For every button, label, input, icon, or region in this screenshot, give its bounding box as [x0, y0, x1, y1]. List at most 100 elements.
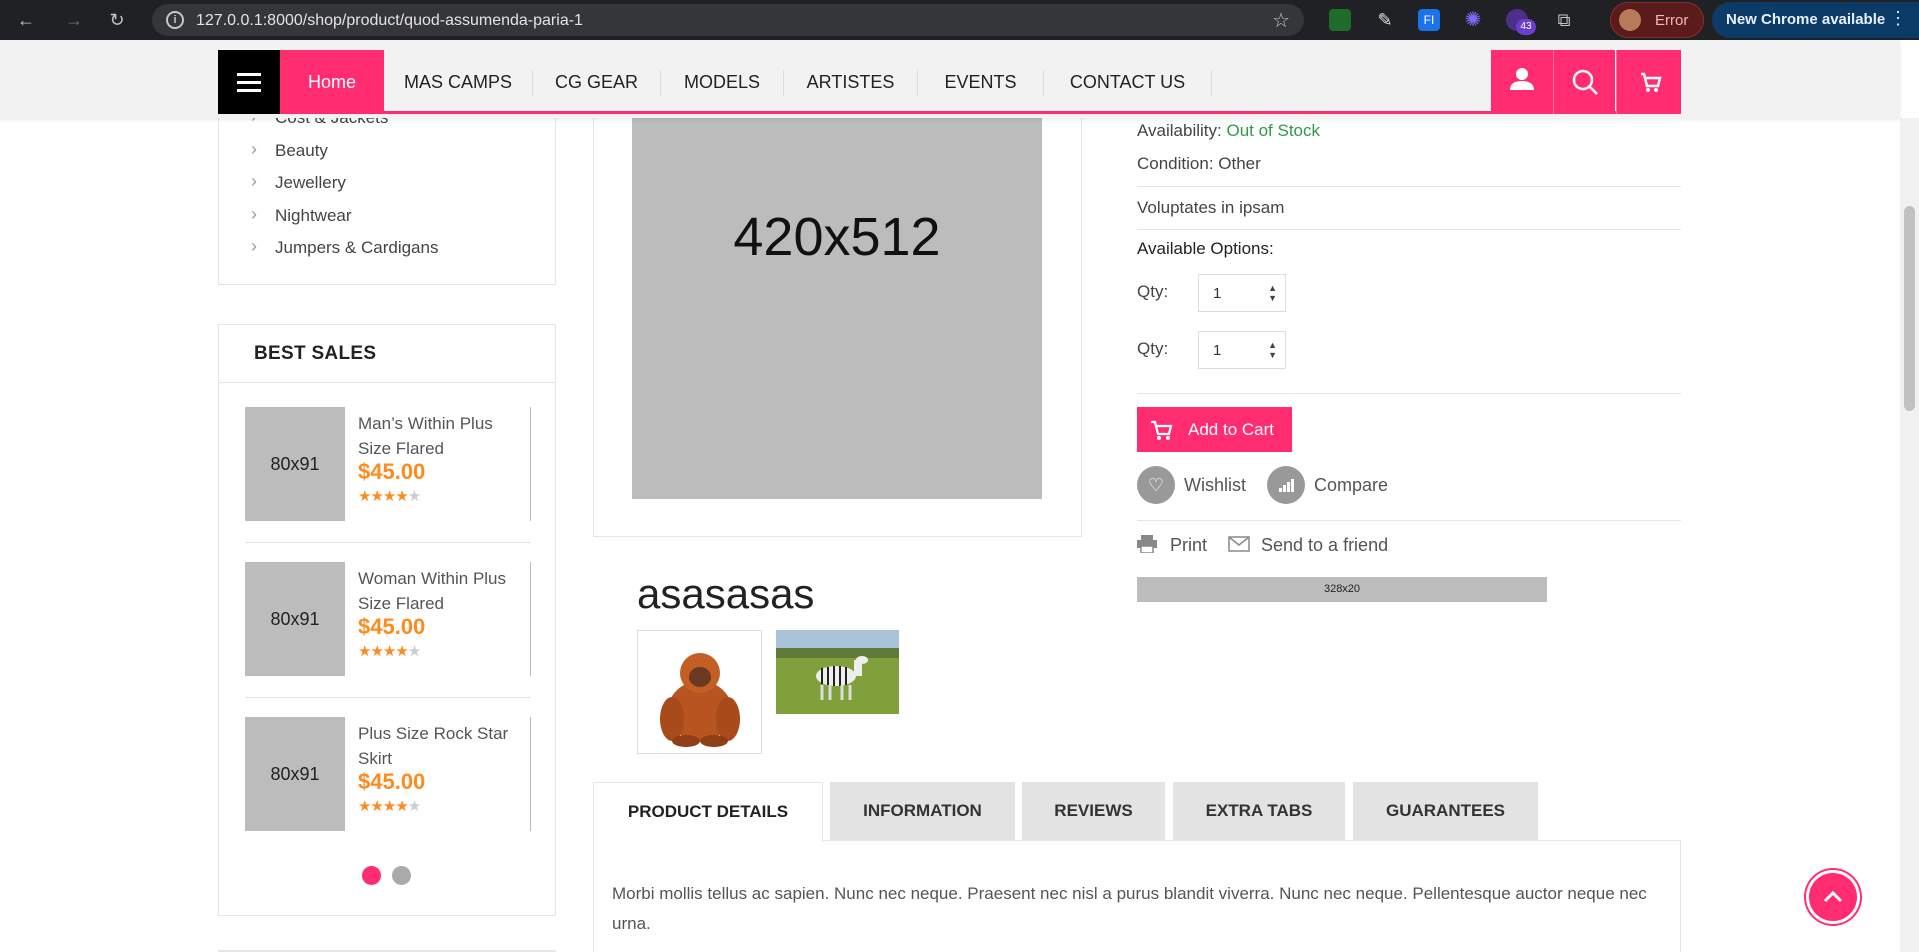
rating-stars: ★★★★★	[358, 488, 421, 505]
heart-icon[interactable]: ♡	[1137, 466, 1175, 504]
category-item[interactable]: Jumpers & Cardigans	[251, 236, 439, 258]
qty-label: Qty:	[1137, 339, 1169, 358]
options-label: Available Options:	[1137, 239, 1274, 258]
add-to-cart-label: Add to Cart	[1188, 420, 1274, 439]
best-sales-item[interactable]: 80x91 Man’s Within Plus Size Flared $45.…	[245, 407, 531, 521]
nav-models[interactable]: MODELS	[661, 50, 783, 114]
product-name[interactable]: Plus Size Rock Star Skirt	[358, 721, 528, 771]
eyedropper-icon[interactable]: ✎	[1374, 9, 1396, 31]
tab-product-details[interactable]: PRODUCT DETAILS	[593, 782, 823, 842]
profile-status: Error	[1655, 12, 1689, 29]
back-icon[interactable]: ←	[14, 8, 38, 32]
browser-toolbar: ← → ↻ i 127.0.0.1:8000/shop/product/quod…	[0, 0, 1919, 40]
tab-guarantees[interactable]: GUARANTEES	[1353, 782, 1538, 840]
extension-badge: 43	[1516, 19, 1536, 35]
qty-stepper[interactable]: 1 ▲ ▼	[1198, 331, 1286, 369]
best-sales-item[interactable]: 80x91 Woman Within Plus Size Flared $45.…	[245, 562, 531, 676]
compare-link[interactable]: Compare	[1314, 475, 1388, 496]
qty-value[interactable]: 1	[1213, 285, 1221, 302]
profile-button[interactable]: Error	[1610, 2, 1704, 38]
carousel-dot-active[interactable]	[362, 866, 381, 885]
nav-home[interactable]: Home	[280, 50, 384, 114]
availability: Availability: Out of Stock	[1137, 121, 1320, 141]
availability-label: Availability:	[1137, 121, 1222, 140]
qty-label: Qty:	[1137, 282, 1169, 301]
envelope-icon[interactable]	[1228, 536, 1250, 552]
product-name[interactable]: Woman Within Plus Size Flared	[358, 566, 528, 616]
product-details-text: Morbi mollis tellus ac sapien. Nunc nec …	[612, 884, 1647, 933]
category-item[interactable]: Beauty	[251, 139, 328, 161]
nav-artistes[interactable]: ARTISTES	[784, 50, 917, 114]
condition: Condition: Other	[1137, 154, 1261, 173]
product-price: $45.00	[358, 769, 426, 794]
gallery-thumb-zebra[interactable]	[776, 630, 899, 714]
send-to-friend-link[interactable]: Send to a friend	[1261, 535, 1388, 556]
rating-stars: ★★★★★	[358, 643, 421, 660]
qty-stepper[interactable]: 1 ▲ ▼	[1198, 274, 1286, 312]
product-price: $45.00	[358, 614, 426, 639]
product-main-image[interactable]: 420x512	[632, 114, 1042, 499]
cart-button[interactable]	[1616, 50, 1681, 114]
banner-placeholder: 328x20	[1137, 577, 1547, 602]
site-info-icon[interactable]: i	[166, 11, 184, 29]
chrome-update-button[interactable]: New Chrome available ⋮	[1712, 2, 1919, 38]
best-sales-item[interactable]: 80x91 Plus Size Rock Star Skirt $45.00 ★…	[245, 717, 531, 831]
tab-information[interactable]: INFORMATION	[830, 782, 1015, 840]
add-to-cart-button[interactable]: Add to Cart	[1137, 407, 1292, 452]
availability-value: Out of Stock	[1226, 121, 1321, 140]
extension-icon[interactable]: FI	[1418, 9, 1440, 31]
address-bar[interactable]: i 127.0.0.1:8000/shop/product/quod-assum…	[152, 4, 1304, 36]
carousel-dot[interactable]	[392, 866, 411, 885]
user-icon	[1510, 68, 1534, 90]
short-description: Voluptates in ipsam	[1137, 198, 1285, 217]
more-menu-icon[interactable]: ⋮	[1889, 8, 1907, 29]
back-to-top-button[interactable]	[1806, 870, 1860, 924]
product-title: asasasas	[637, 570, 815, 617]
scrollbar-thumb[interactable]	[1904, 206, 1915, 411]
gallery-thumb-orangutan[interactable]	[637, 630, 762, 754]
avatar	[1619, 9, 1641, 31]
nav-contact-us[interactable]: CONTACT US	[1044, 50, 1211, 114]
nav-cg-gear[interactable]: CG GEAR	[533, 50, 660, 114]
main-menu: Home MAS CAMPS CG GEAR MODELS ARTISTES E…	[218, 50, 1681, 114]
forward-icon[interactable]: →	[62, 8, 86, 32]
account-button[interactable]	[1491, 50, 1553, 114]
rating-stars: ★★★★★	[358, 798, 421, 815]
bookmark-star-icon[interactable]: ☆	[1272, 8, 1290, 33]
product-thumbnail[interactable]: 80x91	[245, 562, 345, 676]
search-icon	[1572, 69, 1598, 95]
extension-icon[interactable]	[1329, 9, 1351, 31]
url-text[interactable]: 127.0.0.1:8000/shop/product/quod-assumen…	[196, 12, 583, 30]
update-label: New Chrome available	[1726, 11, 1886, 28]
spinner-arrows-icon[interactable]: ▲ ▼	[1268, 340, 1277, 360]
category-item[interactable]: Jewellery	[251, 171, 346, 193]
qty-value[interactable]: 1	[1213, 342, 1221, 359]
extension-icon[interactable]: 43	[1506, 9, 1536, 35]
tab-extra-tabs[interactable]: EXTRA TABS	[1173, 782, 1345, 840]
search-button[interactable]	[1553, 50, 1615, 114]
printer-icon[interactable]	[1137, 535, 1157, 554]
product-thumbnail[interactable]: 80x91	[245, 407, 345, 521]
tab-panel: Morbi mollis tellus ac sapien. Nunc nec …	[593, 840, 1681, 952]
product-name[interactable]: Man’s Within Plus Size Flared	[358, 411, 528, 461]
page-scrollbar[interactable]	[1900, 118, 1919, 952]
product-price: $45.00	[358, 459, 426, 484]
tab-reviews[interactable]: REVIEWS	[1022, 782, 1165, 840]
product-image-frame: 420x512	[593, 80, 1082, 537]
nav-mas-camps[interactable]: MAS CAMPS	[384, 50, 532, 114]
extensions-puzzle-icon[interactable]: ⧉	[1553, 9, 1575, 31]
signal-bars-icon[interactable]	[1267, 466, 1305, 504]
cart-icon	[1151, 420, 1173, 440]
nav-events[interactable]: EVENTS	[918, 50, 1043, 114]
chevron-up-icon	[1823, 890, 1843, 903]
spinner-arrows-icon[interactable]: ▲ ▼	[1268, 283, 1277, 303]
hamburger-menu-icon[interactable]	[218, 50, 280, 114]
best-sales-title: BEST SALES	[254, 343, 377, 364]
best-sales-widget: BEST SALES 80x91 Man’s Within Plus Size …	[218, 324, 556, 916]
print-link[interactable]: Print	[1170, 535, 1207, 556]
wishlist-link[interactable]: Wishlist	[1184, 475, 1246, 496]
extension-icon[interactable]: ✺	[1462, 9, 1484, 31]
category-item[interactable]: Nightwear	[251, 204, 351, 226]
product-thumbnail[interactable]: 80x91	[245, 717, 345, 831]
reload-icon[interactable]: ↻	[105, 8, 129, 32]
